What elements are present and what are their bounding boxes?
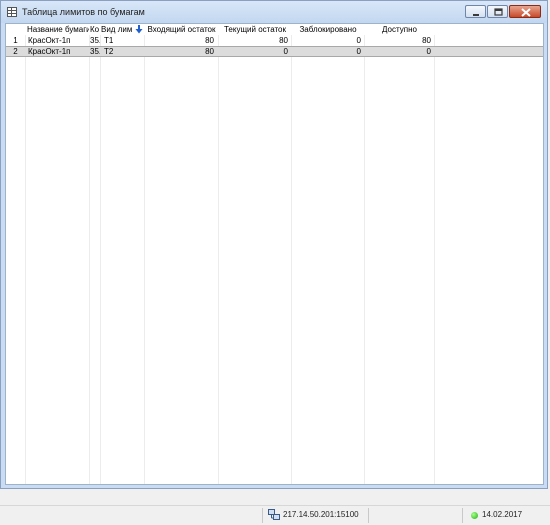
table-row[interactable]: 2 КрасОкт-1п 35. T2 80 0 0 0 bbox=[6, 46, 543, 57]
window-title: Таблица лимитов по бумагам bbox=[22, 7, 145, 17]
status-date: 14.02.2017 bbox=[482, 510, 523, 519]
header-security-name[interactable]: Название бумаги bbox=[27, 24, 89, 35]
cell-code: 35. bbox=[90, 47, 100, 56]
header-available[interactable]: Доступно bbox=[365, 24, 434, 35]
table-window-icon bbox=[7, 7, 17, 17]
table-row[interactable]: 1 КрасОкт-1п 35. T1 80 80 0 80 bbox=[6, 35, 543, 46]
column-divider bbox=[89, 24, 90, 484]
network-computer-icon bbox=[268, 509, 280, 521]
table-header: Название бумаги Ко Вид лим Входящий оста… bbox=[6, 24, 543, 35]
limits-table[interactable]: Название бумаги Ко Вид лим Входящий оста… bbox=[5, 23, 544, 485]
cell-current-balance: 80 bbox=[279, 36, 288, 45]
column-divider bbox=[291, 24, 292, 484]
column-divider bbox=[434, 24, 435, 484]
cell-security-name: КрасОкт-1п bbox=[28, 36, 71, 45]
status-separator bbox=[462, 508, 463, 523]
status-separator bbox=[262, 508, 263, 523]
maximize-button[interactable] bbox=[487, 5, 508, 18]
status-separator bbox=[368, 508, 369, 523]
header-code[interactable]: Ко bbox=[90, 24, 100, 35]
cell-limit-type: T1 bbox=[104, 36, 114, 45]
header-limit-type[interactable]: Вид лим bbox=[101, 24, 133, 35]
cell-security-name: КрасОкт-1п bbox=[28, 47, 71, 56]
cell-limit-type: T2 bbox=[104, 47, 114, 56]
maximize-icon bbox=[494, 8, 503, 16]
minimize-button[interactable] bbox=[465, 5, 486, 18]
header-current-balance[interactable]: Текущий остаток bbox=[219, 24, 291, 35]
window-controls bbox=[465, 5, 541, 19]
column-divider bbox=[25, 24, 26, 484]
close-icon bbox=[521, 8, 531, 17]
cell-opening-balance: 80 bbox=[205, 47, 214, 56]
cell-current-balance: 0 bbox=[283, 47, 288, 56]
cell-available: 80 bbox=[422, 36, 431, 45]
close-button[interactable] bbox=[509, 5, 541, 18]
limits-window: Таблица лимитов по бумагам Название бума… bbox=[0, 0, 548, 489]
sort-down-arrow-icon bbox=[135, 25, 143, 34]
header-opening-balance[interactable]: Входящий остаток bbox=[145, 24, 218, 35]
cell-row-number: 1 bbox=[13, 36, 18, 45]
table-grid bbox=[6, 24, 543, 484]
cell-available: 0 bbox=[426, 47, 431, 56]
cell-blocked: 0 bbox=[356, 36, 361, 45]
column-divider bbox=[218, 24, 219, 484]
column-divider bbox=[144, 24, 145, 484]
server-address: 217.14.50.201:15100 bbox=[283, 510, 359, 519]
cell-opening-balance: 80 bbox=[205, 36, 214, 45]
title-bar[interactable]: Таблица лимитов по бумагам bbox=[1, 1, 547, 23]
column-divider bbox=[100, 24, 101, 484]
cell-blocked: 0 bbox=[356, 47, 361, 56]
minimize-icon bbox=[473, 14, 479, 16]
header-blocked[interactable]: Заблокировано bbox=[292, 24, 364, 35]
status-bar: 217.14.50.201:15100 14.02.2017 bbox=[0, 505, 550, 525]
cell-row-number: 2 bbox=[13, 47, 18, 56]
header-row-number[interactable] bbox=[6, 24, 25, 35]
column-divider bbox=[364, 24, 365, 484]
cell-code: 35. bbox=[90, 36, 100, 45]
green-status-dot-icon bbox=[471, 512, 478, 519]
